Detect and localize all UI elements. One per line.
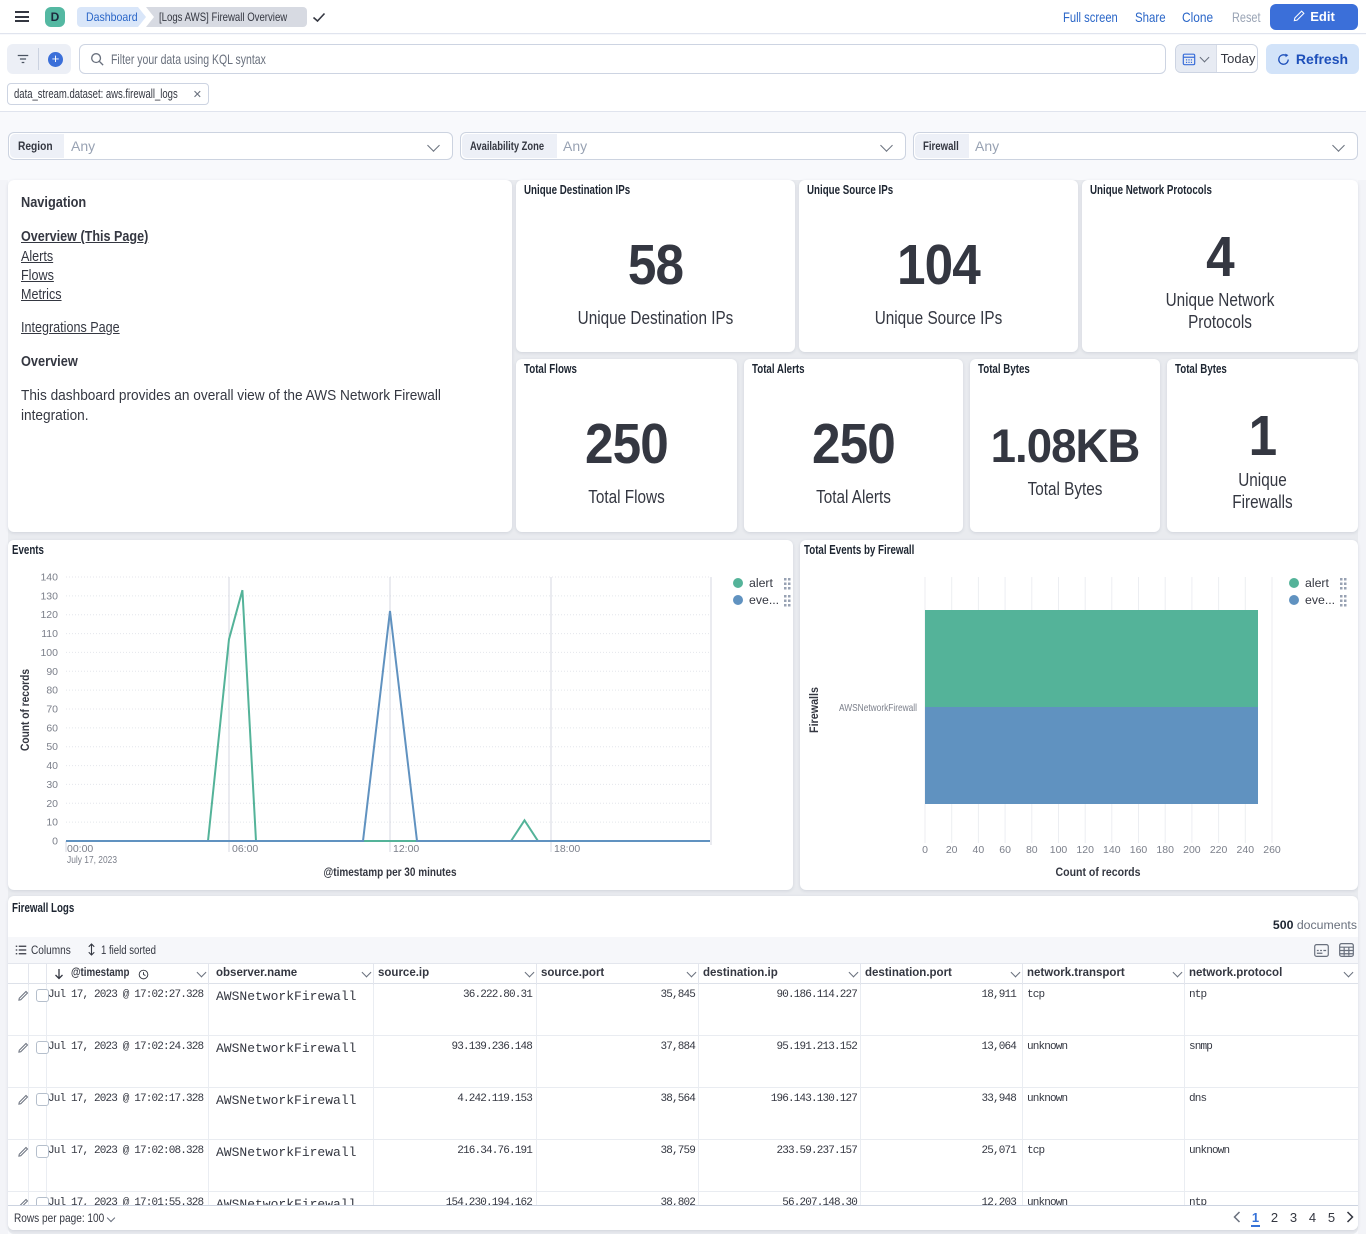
svg-text:20: 20 (46, 798, 58, 810)
svg-text:12:00: 12:00 (393, 843, 419, 855)
svg-text:80: 80 (46, 685, 58, 697)
svg-text:06:00: 06:00 (232, 843, 258, 855)
svg-text:@timestamp per 30 minutes: @timestamp per 30 minutes (324, 865, 457, 879)
svg-text:20: 20 (946, 844, 958, 856)
svg-text:80: 80 (1026, 844, 1038, 856)
svg-text:eve...: eve... (1305, 593, 1335, 607)
svg-text:10: 10 (46, 817, 58, 829)
svg-text:0: 0 (52, 836, 58, 848)
svg-text:260: 260 (1263, 844, 1281, 856)
svg-text:alert: alert (1305, 576, 1330, 590)
svg-text:220: 220 (1210, 844, 1228, 856)
svg-text:AWSNetworkFirewall: AWSNetworkFirewall (839, 702, 917, 714)
svg-text:40: 40 (973, 844, 985, 856)
svg-text:90: 90 (46, 666, 58, 678)
svg-text:110: 110 (41, 628, 58, 640)
svg-text:18:00: 18:00 (554, 843, 580, 855)
svg-text:30: 30 (46, 779, 58, 791)
svg-text:Count of records: Count of records (18, 669, 32, 751)
svg-text:July 17, 2023: July 17, 2023 (67, 854, 117, 866)
svg-text:120: 120 (1076, 844, 1094, 856)
svg-text:70: 70 (46, 704, 58, 716)
svg-text:180: 180 (1156, 844, 1174, 856)
svg-text:240: 240 (1237, 844, 1255, 856)
svg-text:Firewalls: Firewalls (807, 687, 821, 733)
svg-text:40: 40 (46, 760, 58, 772)
svg-text:140: 140 (40, 572, 58, 584)
svg-text:200: 200 (1183, 844, 1201, 856)
svg-text:130: 130 (40, 590, 58, 602)
svg-text:60: 60 (46, 722, 58, 734)
svg-text:100: 100 (40, 647, 58, 659)
svg-text:160: 160 (1130, 844, 1148, 856)
svg-text:100: 100 (1050, 844, 1068, 856)
svg-text:50: 50 (46, 741, 58, 753)
svg-text:eve...: eve... (749, 593, 779, 607)
svg-text:Count of records: Count of records (1056, 865, 1141, 879)
svg-text:0: 0 (922, 844, 928, 856)
svg-text:60: 60 (999, 844, 1011, 856)
svg-text:140: 140 (1103, 844, 1121, 856)
svg-text:120: 120 (40, 609, 58, 621)
svg-text:alert: alert (749, 576, 774, 590)
